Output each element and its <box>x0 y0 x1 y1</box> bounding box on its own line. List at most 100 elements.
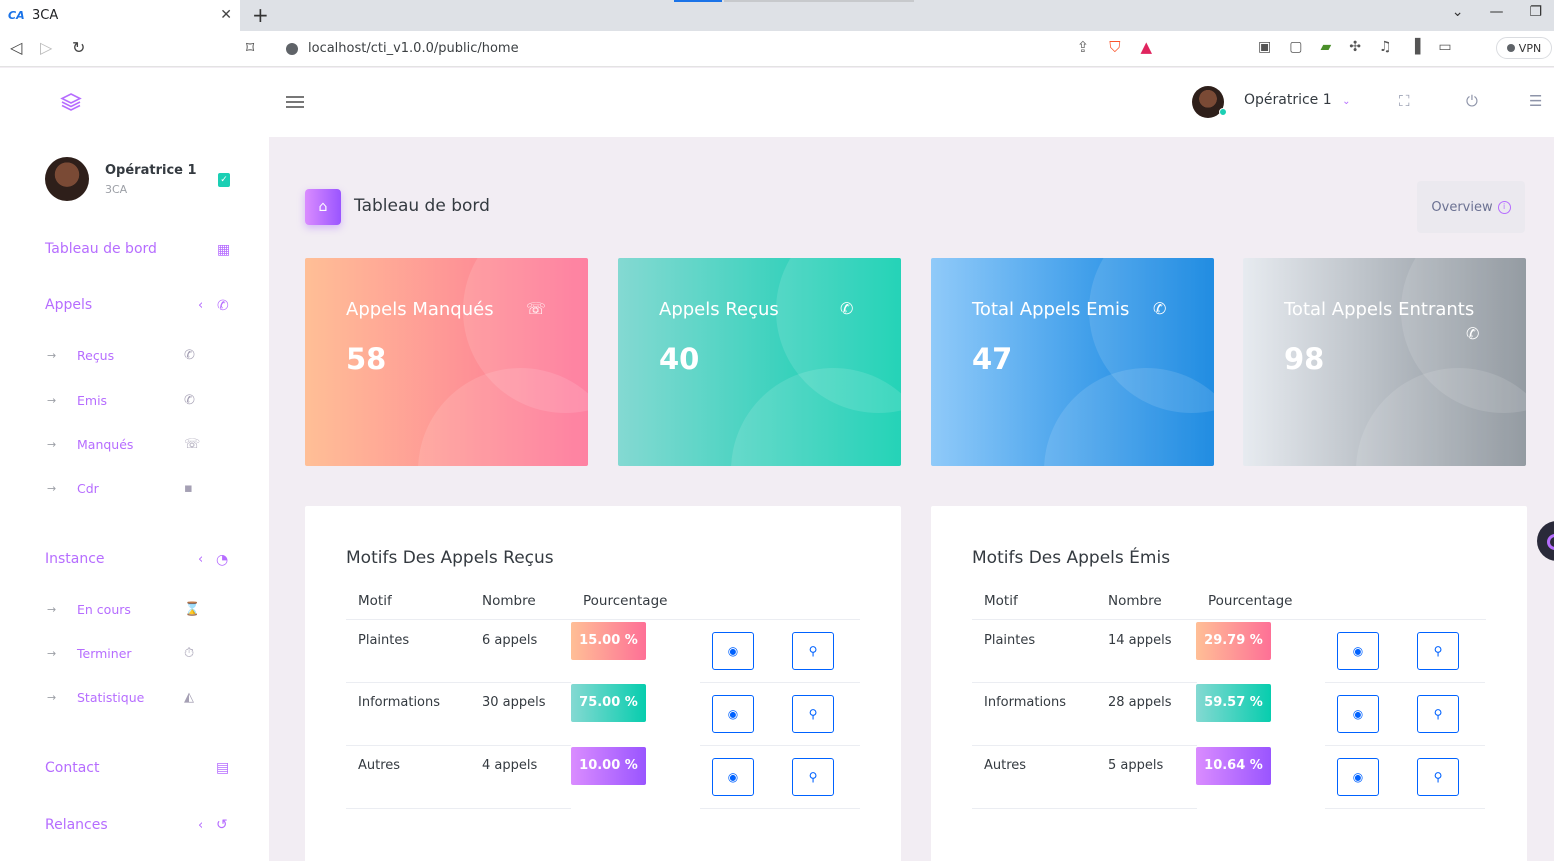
sidebar-profile[interactable]: Opératrice 1 3CA <box>45 157 197 201</box>
stat-title: Appels Manqués <box>346 299 494 320</box>
motif-cell: Autres <box>984 758 1027 773</box>
stat-value: 98 <box>1284 342 1325 376</box>
reload-icon[interactable]: ↻ <box>72 38 85 57</box>
app-topbar: Opératrice 1 ⌄ ⛶ ⏻ ☰ <box>269 68 1554 137</box>
restore-icon[interactable]: ❐ <box>1529 4 1542 20</box>
share-icon[interactable]: ⇪ <box>1077 38 1090 56</box>
tab-title: 3CA <box>32 8 59 23</box>
view-button[interactable]: ◉ <box>712 758 754 796</box>
wallet-icon[interactable]: ▭ <box>1438 39 1451 55</box>
tab-list-icon[interactable]: ⌄ <box>1452 4 1464 20</box>
location-button[interactable]: ⚲ <box>792 632 834 670</box>
music-icon[interactable]: ♫ <box>1379 39 1392 55</box>
fullscreen-icon[interactable]: ⛶ <box>1399 92 1410 110</box>
browser-tab[interactable]: CA 3CA ✕ <box>0 0 240 31</box>
sidebar-item-relances[interactable]: Relances <box>45 817 108 833</box>
motifs-emis-panel: Motifs Des Appels Émis Motif Nombre Pour… <box>931 506 1527 861</box>
incoming-call-icon: ✆ <box>184 348 195 363</box>
sidebar-item-en-cours[interactable]: En cours <box>77 602 131 617</box>
new-tab-icon[interactable]: + <box>252 3 269 27</box>
location-button[interactable]: ⚲ <box>792 758 834 796</box>
menu-toggle-icon[interactable] <box>286 96 304 108</box>
chevron-left-icon[interactable]: ‹ <box>198 298 203 313</box>
view-button[interactable]: ◉ <box>1337 632 1379 670</box>
extension-icon[interactable]: ▰ <box>1320 39 1331 55</box>
sidebar-item-statistique[interactable]: Statistique <box>77 690 144 705</box>
chevron-down-icon: ⌄ <box>1342 96 1351 107</box>
address-bar[interactable]: localhost/cti_v1.0.0/public/home ⇪ ⛉ ▲ <box>274 35 1162 62</box>
eye-icon: ◉ <box>1352 770 1364 784</box>
motif-cell: Informations <box>358 695 441 710</box>
stat-value: 47 <box>972 342 1013 376</box>
chevron-left-icon[interactable]: ‹ <box>198 552 203 567</box>
tab-strip-indicator <box>674 0 722 2</box>
nombre-cell: 5 appels <box>1108 758 1164 773</box>
phone-icon: ✆ <box>217 298 229 314</box>
sidebar-item-appels[interactable]: Appels <box>45 297 92 313</box>
user-menu[interactable]: Opératrice 1 ⌄ <box>1244 92 1351 108</box>
avatar <box>45 157 89 201</box>
brave-rewards-icon[interactable]: ▲ <box>1140 38 1152 56</box>
motifs-recus-panel: Motifs Des Appels Reçus Motif Nombre Pou… <box>305 506 901 861</box>
sidebar-item-terminer[interactable]: Terminer <box>77 646 132 661</box>
stat-value: 58 <box>346 342 387 376</box>
power-icon[interactable]: ⏻ <box>1466 92 1478 110</box>
location-button[interactable]: ⚲ <box>1417 758 1459 796</box>
arrow-right-icon: → <box>47 647 57 660</box>
sidebar-item-recus[interactable]: Reçus <box>77 348 114 363</box>
chart-area-icon: ◭ <box>184 690 194 705</box>
brave-shield-icon[interactable]: ⛉ <box>1109 38 1120 56</box>
stat-card-emitted: Total Appels Emis ✆ 47 <box>931 258 1214 466</box>
format-list-icon[interactable]: ☰ <box>1529 92 1542 110</box>
puzzle-icon[interactable]: ✣ <box>1349 39 1361 55</box>
view-button[interactable]: ◉ <box>1337 758 1379 796</box>
overview-button[interactable]: Overview i <box>1417 181 1525 233</box>
missed-call-icon: ☏ <box>526 299 547 318</box>
motif-cell: Autres <box>358 758 401 773</box>
view-button[interactable]: ◉ <box>712 632 754 670</box>
view-button[interactable]: ◉ <box>1337 695 1379 733</box>
location-button[interactable]: ⚲ <box>792 695 834 733</box>
sidebar-item-cdr[interactable]: Cdr <box>77 481 99 496</box>
location-button[interactable]: ⚲ <box>1417 632 1459 670</box>
restore-icon: ↺ <box>216 817 228 833</box>
extension-icon[interactable]: ▣ <box>1258 39 1271 55</box>
chevron-left-icon[interactable]: ‹ <box>198 818 203 833</box>
dashboard-icon: ▦ <box>217 242 231 258</box>
stat-card-received: Appels Reçus ✆ 40 <box>618 258 901 466</box>
floating-settings-button[interactable] <box>1537 521 1554 561</box>
bookmark-icon[interactable]: ⌑ <box>246 38 254 57</box>
extension-icon[interactable]: ▢ <box>1289 39 1302 55</box>
panel-title: Motifs Des Appels Émis <box>972 548 1171 568</box>
motif-cell: Plaintes <box>984 633 1036 648</box>
url-text: localhost/cti_v1.0.0/public/home <box>308 41 519 56</box>
minimize-icon[interactable]: — <box>1489 4 1503 20</box>
nombre-cell: 14 appels <box>1108 633 1172 648</box>
incoming-call-icon: ✆ <box>1466 324 1480 343</box>
back-icon[interactable]: ◁ <box>10 38 22 57</box>
arrow-right-icon: → <box>47 349 57 362</box>
sidebar-toggle-icon[interactable]: ▐ <box>1410 39 1421 55</box>
layers-logo-icon[interactable] <box>60 92 82 112</box>
site-favicon-icon: CA <box>8 8 25 22</box>
sidebar-item-dashboard[interactable]: Tableau de bord <box>45 241 157 257</box>
view-button[interactable]: ◉ <box>712 695 754 733</box>
column-header: Motif <box>984 593 1018 609</box>
forward-icon[interactable]: ▷ <box>40 38 52 57</box>
vpn-button[interactable]: VPN <box>1496 37 1552 59</box>
site-info-icon[interactable] <box>286 42 298 55</box>
page-title: Tableau de bord <box>354 196 490 216</box>
close-tab-icon[interactable]: ✕ <box>220 7 232 23</box>
stat-title: Total Appels Emis <box>972 299 1130 320</box>
location-button[interactable]: ⚲ <box>1417 695 1459 733</box>
eye-icon: ◉ <box>1352 707 1364 721</box>
sidebar-item-contact[interactable]: Contact <box>45 760 99 776</box>
outgoing-call-icon: ✆ <box>1153 299 1167 318</box>
sidebar-item-manques[interactable]: Manqués <box>77 437 133 452</box>
sidebar-item-emis[interactable]: Emis <box>77 393 107 408</box>
sidebar-item-instance[interactable]: Instance <box>45 551 105 567</box>
bookmark-check-icon: ✓ <box>218 173 230 187</box>
profile-org: 3CA <box>105 182 128 196</box>
eye-icon: ◉ <box>727 707 739 721</box>
column-header: Pourcentage <box>1208 593 1293 609</box>
